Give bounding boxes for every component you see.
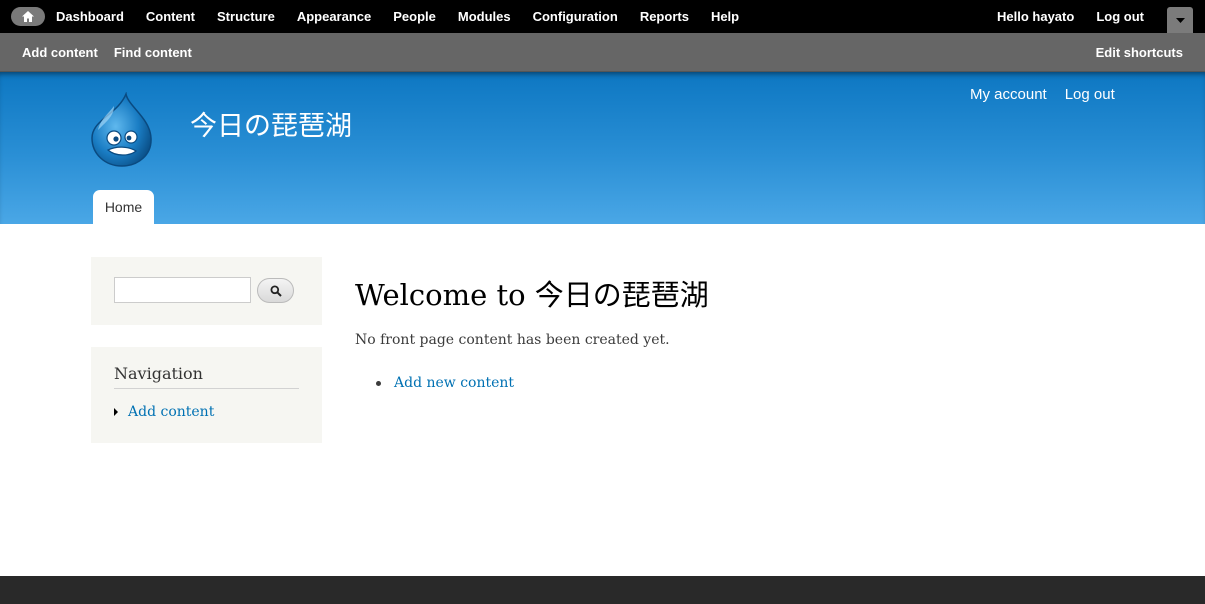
triangle-right-icon	[114, 408, 118, 416]
search-icon	[270, 285, 282, 297]
toolbar-item-modules[interactable]: Modules	[458, 9, 511, 24]
search-input[interactable]	[114, 277, 251, 303]
search-block	[91, 257, 322, 325]
secondary-menu: My account Log out	[970, 86, 1133, 103]
add-new-content-link[interactable]: Add new content	[394, 375, 514, 391]
home-icon	[22, 11, 34, 22]
page-title: Welcome to 今日の琵琶湖	[355, 278, 709, 312]
toolbar-menu: Dashboard Content Structure Appearance P…	[56, 0, 761, 33]
toolbar-user-area: Hello hayato Log out	[997, 0, 1144, 33]
toolbar-logout-link[interactable]: Log out	[1096, 9, 1144, 24]
nav-item-add-content: Add content	[114, 404, 214, 420]
site-name[interactable]: 今日の琵琶湖	[190, 104, 352, 143]
search-button[interactable]	[257, 278, 294, 303]
my-account-link[interactable]: My account	[970, 86, 1047, 103]
hello-user: Hello hayato	[997, 9, 1074, 24]
shortcut-find-content[interactable]: Find content	[114, 45, 192, 60]
tab-home[interactable]: Home	[93, 190, 154, 224]
shortcut-add-content[interactable]: Add content	[22, 45, 98, 60]
shortcut-drawer-toggle[interactable]	[1167, 7, 1193, 33]
toolbar-item-help[interactable]: Help	[711, 9, 739, 24]
drupal-logo[interactable]	[88, 91, 156, 168]
toolbar-item-people[interactable]: People	[393, 9, 436, 24]
chevron-down-icon	[1175, 17, 1185, 23]
empty-content-message: No front page content has been created y…	[355, 332, 670, 348]
site-header: 今日の琵琶湖 My account Log out Home	[0, 72, 1205, 224]
toolbar-item-structure[interactable]: Structure	[217, 9, 275, 24]
toolbar-item-appearance[interactable]: Appearance	[297, 9, 371, 24]
admin-toolbar: Dashboard Content Structure Appearance P…	[0, 0, 1205, 33]
home-button[interactable]	[11, 7, 45, 26]
navigation-block: Navigation Add content	[91, 347, 322, 443]
header-logout-link[interactable]: Log out	[1065, 86, 1115, 103]
nav-link-add-content[interactable]: Add content	[128, 404, 214, 420]
site-footer	[0, 576, 1205, 604]
shortcut-bar: Add content Find content Edit shortcuts	[0, 33, 1205, 72]
shortcut-links: Add content Find content	[22, 33, 208, 71]
edit-shortcuts-link[interactable]: Edit shortcuts	[1096, 33, 1183, 71]
toolbar-item-content[interactable]: Content	[146, 9, 195, 24]
drupal-drop-icon	[91, 91, 152, 167]
navigation-title: Navigation	[114, 364, 299, 389]
hello-prefix: Hello	[997, 9, 1033, 24]
toolbar-item-dashboard[interactable]: Dashboard	[56, 9, 124, 24]
content-links-list: Add new content	[376, 375, 514, 391]
username[interactable]: hayato	[1032, 9, 1074, 24]
toolbar-item-reports[interactable]: Reports	[640, 9, 689, 24]
toolbar-item-configuration[interactable]: Configuration	[533, 9, 618, 24]
bullet-icon	[376, 380, 381, 386]
